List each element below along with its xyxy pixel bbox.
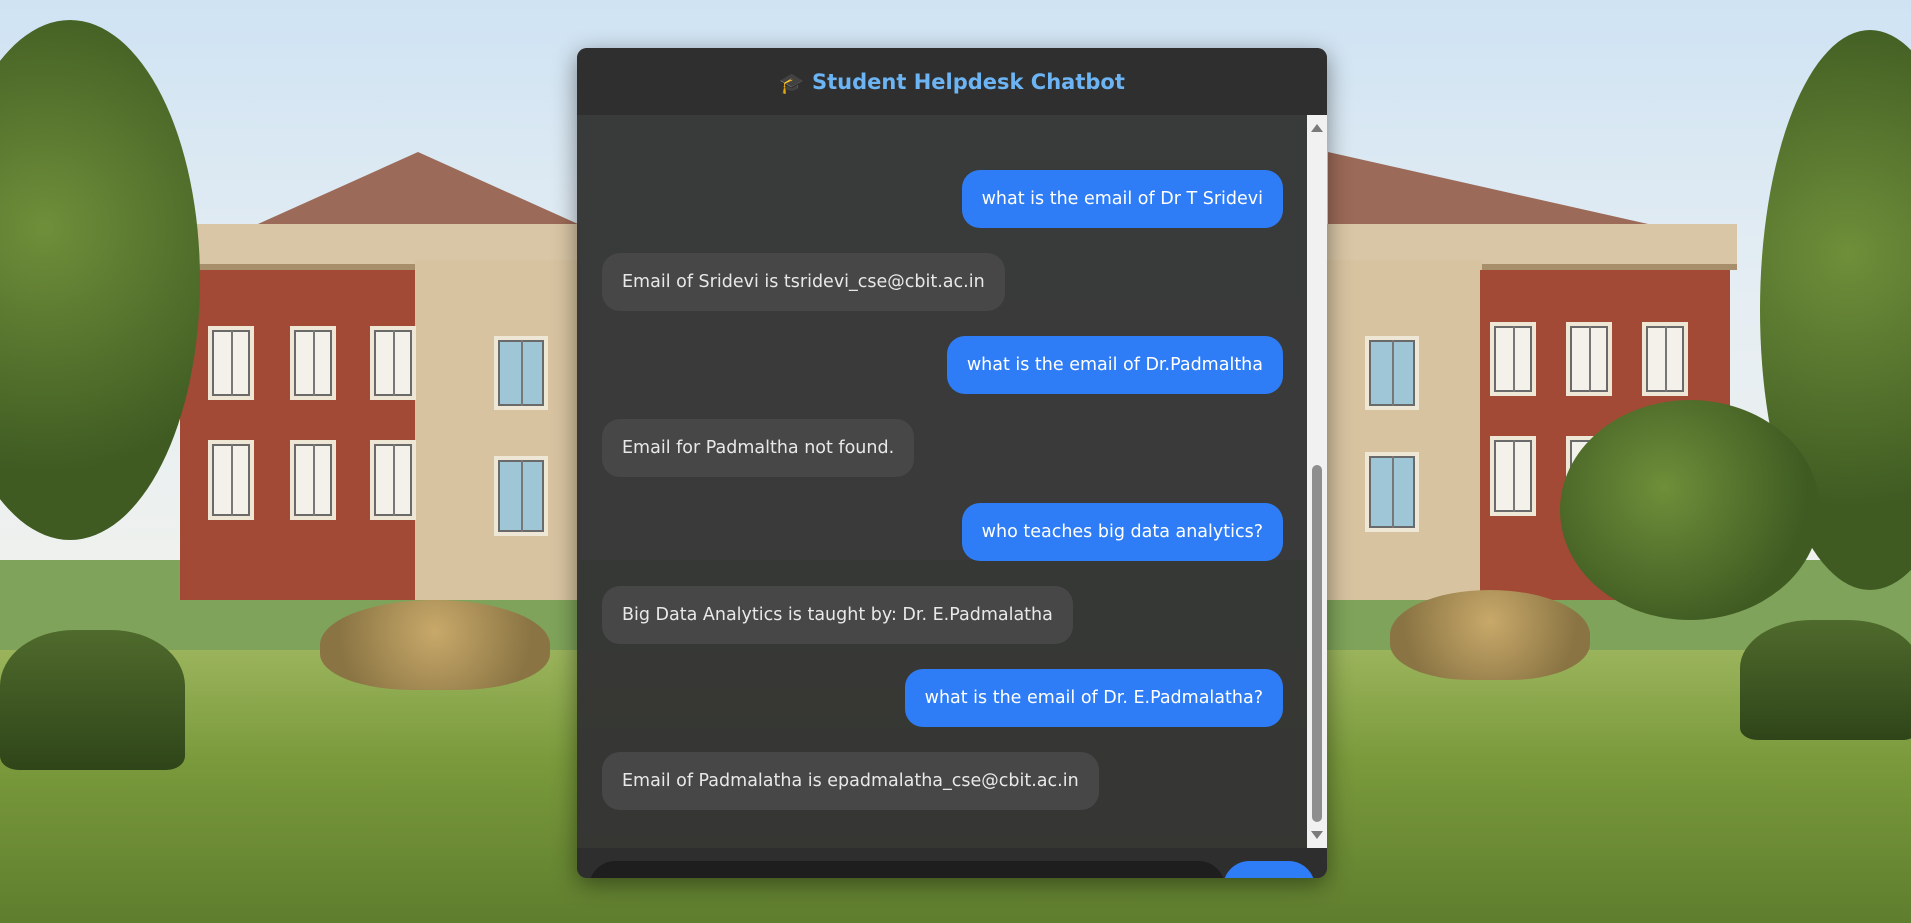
user-message: what is the email of Dr T Sridevi: [961, 170, 1283, 228]
chat-title: Student Helpdesk Chatbot: [812, 69, 1125, 94]
bot-message: Big Data Analytics is taught by: Dr. E.P…: [602, 586, 1073, 644]
composer: Send: [577, 848, 1327, 878]
message-scrollbar[interactable]: [1307, 115, 1327, 848]
bot-message: Email of Padmalatha is epadmalatha_cse@c…: [602, 752, 1099, 810]
tree: [1560, 400, 1820, 620]
shrub: [320, 600, 550, 690]
message-input[interactable]: [589, 861, 1225, 878]
user-message: what is the email of Dr.Padmaltha: [946, 336, 1283, 394]
chatbot-window: 🎓 Student Helpdesk Chatbot what is the e…: [577, 48, 1327, 878]
chat-header: 🎓 Student Helpdesk Chatbot: [577, 48, 1327, 115]
user-message: what is the email of Dr. E.Padmalatha?: [904, 669, 1283, 727]
bot-message: Email for Padmaltha not found.: [602, 419, 915, 477]
bot-message: Email of Sridevi is tsridevi_cse@cbit.ac…: [602, 253, 1005, 311]
user-message: who teaches big data analytics?: [961, 503, 1283, 561]
scroll-down-icon[interactable]: [1311, 831, 1323, 839]
send-button[interactable]: Send: [1223, 861, 1315, 878]
graduation-cap-icon: 🎓: [779, 70, 805, 95]
shrub: [1390, 590, 1590, 680]
hedge: [0, 630, 185, 770]
scroll-thumb[interactable]: [1312, 465, 1322, 822]
message-list[interactable]: what is the email of Dr T Sridevi Email …: [577, 115, 1307, 848]
hedge: [1740, 620, 1911, 740]
scroll-up-icon[interactable]: [1311, 124, 1323, 132]
